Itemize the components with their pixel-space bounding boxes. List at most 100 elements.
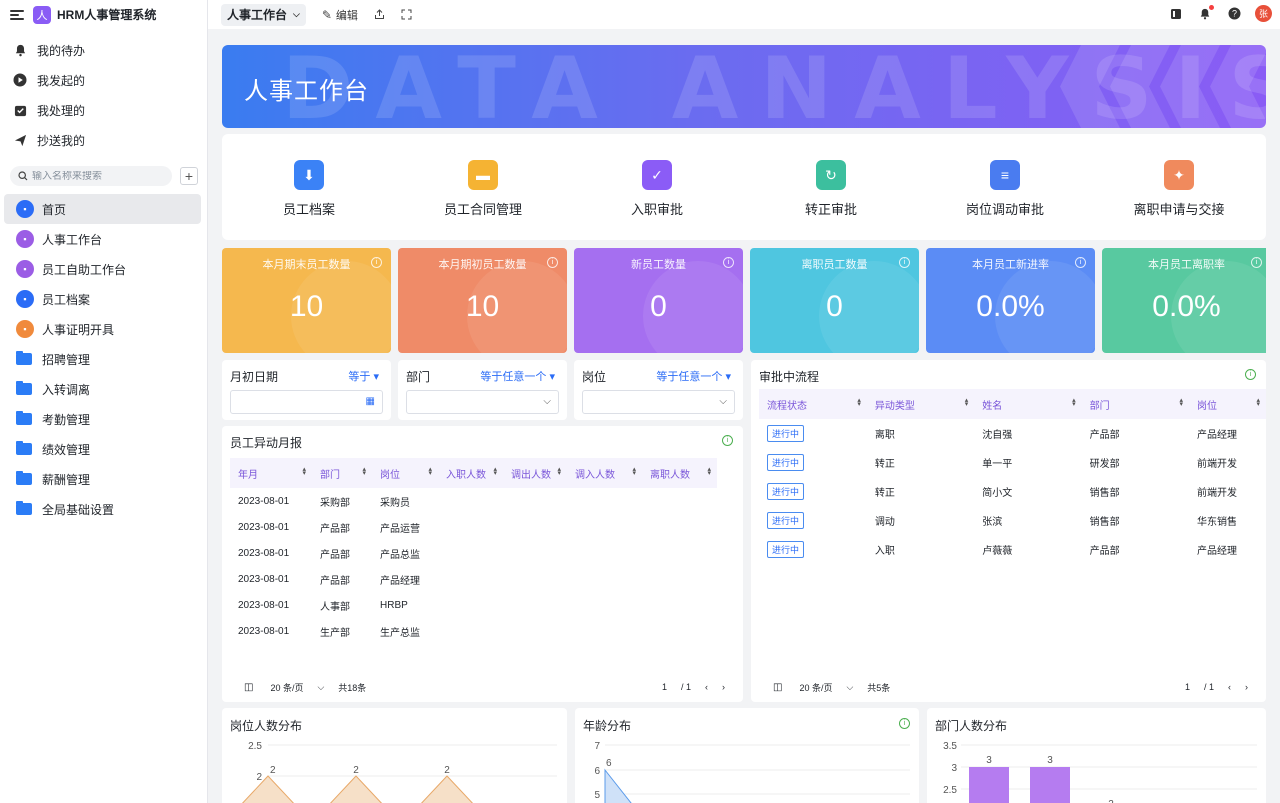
column-header[interactable]: 部门 ▴ ▾	[1082, 389, 1189, 419]
columns-icon[interactable]: ◫	[773, 682, 782, 693]
table-row[interactable]: 2023-08-01 产品部 产品运营	[230, 514, 717, 540]
sort-icon[interactable]: ▴ ▾	[1072, 397, 1076, 408]
sidebar-item[interactable]: ▪ 人事工作台	[4, 224, 201, 254]
column-header[interactable]: 年月 ▴ ▾	[230, 458, 312, 488]
shortcut-item[interactable]: ▬ 员工合同管理	[396, 134, 570, 240]
sort-icon[interactable]: ▴ ▾	[302, 466, 306, 477]
edit-button[interactable]: ✎ 编辑	[322, 7, 358, 23]
help-icon[interactable]: ?	[1226, 6, 1242, 22]
info-icon[interactable]: i	[1245, 369, 1256, 380]
sidebar-item[interactable]: 考勤管理	[4, 404, 201, 434]
column-header[interactable]: 调出人数 ▴ ▾	[503, 458, 567, 488]
page-number[interactable]: 1	[1185, 682, 1190, 692]
column-header[interactable]: 部门 ▴ ▾	[312, 458, 372, 488]
next-page-icon[interactable]: ›	[722, 682, 725, 692]
sidebar-item[interactable]: 入转调离	[4, 374, 201, 404]
shortcut-item[interactable]: ⬇ 员工档案	[222, 134, 396, 240]
menu-icon[interactable]	[10, 9, 24, 20]
filter-operator[interactable]: 等于 ▾	[348, 368, 379, 384]
column-header[interactable]: 流程状态 ▴ ▾	[759, 389, 867, 419]
sidebar-item[interactable]: 招聘管理	[4, 344, 201, 374]
date-input[interactable]: ▦	[230, 390, 383, 414]
info-icon[interactable]: i	[899, 257, 910, 268]
column-header[interactable]: 岗位 ▴ ▾	[372, 458, 438, 488]
table-row[interactable]: 2023-08-01 产品部 产品经理	[230, 566, 717, 592]
status-badge: 进行中	[767, 541, 805, 558]
column-header[interactable]: 入职人数 ▴ ▾	[438, 458, 503, 488]
table-row[interactable]: 2023-08-01 采购部 采购员	[230, 488, 717, 514]
quick-item-initiated[interactable]: 我发起的	[0, 65, 207, 95]
sidebar-item[interactable]: ▪ 员工自助工作台	[4, 254, 201, 284]
quick-item-todo[interactable]: 我的待办	[0, 35, 207, 65]
sort-icon[interactable]: ▴ ▾	[632, 466, 636, 477]
column-header[interactable]: 姓名 ▴ ▾	[974, 389, 1081, 419]
info-icon[interactable]: i	[1075, 257, 1086, 268]
sidebar-item[interactable]: 全局基础设置	[4, 494, 201, 524]
avatar[interactable]: 张	[1255, 5, 1272, 22]
chevron-down-icon[interactable]: ⌵	[846, 682, 853, 693]
table-row[interactable]: 进行中 入职 卢薇薇 产品部 产品经理	[759, 535, 1266, 564]
notification-icon[interactable]	[1197, 4, 1214, 22]
chevron-down-icon[interactable]: ⌵	[317, 682, 324, 693]
table-row[interactable]: 2023-08-01 生产部 生产总监	[230, 618, 717, 644]
sort-icon[interactable]: ▴ ▾	[557, 466, 561, 477]
table-row[interactable]: 进行中 调动 张滨 销售部 华东销售	[759, 506, 1266, 535]
y-tick-label: 5	[594, 790, 600, 801]
next-page-icon[interactable]: ›	[1245, 682, 1248, 692]
fullscreen-button[interactable]	[401, 9, 412, 20]
sort-icon[interactable]: ▴ ▾	[1179, 397, 1183, 408]
chart-department-distribution: 部门人数分布 3.5 3 2.5 332	[927, 708, 1266, 803]
shortcut-item[interactable]: ✓ 入职审批	[570, 134, 744, 240]
sort-icon[interactable]: ▴ ▾	[1256, 397, 1260, 408]
sort-icon[interactable]: ▴ ▾	[965, 397, 969, 408]
share-button[interactable]	[374, 9, 385, 20]
sort-icon[interactable]: ▴ ▾	[362, 466, 366, 477]
prev-page-icon[interactable]: ‹	[705, 682, 708, 692]
column-header[interactable]: 调入人数 ▴ ▾	[567, 458, 642, 488]
sort-icon[interactable]: ▴ ▾	[707, 466, 711, 477]
card-decoration	[995, 261, 1095, 353]
shortcut-item[interactable]: ↻ 转正审批	[744, 134, 918, 240]
filter-operator[interactable]: 等于任意一个 ▾	[480, 368, 555, 384]
page-selector[interactable]: 人事工作台 ⌵	[221, 3, 306, 26]
column-header[interactable]: 异动类型 ▴ ▾	[867, 389, 974, 419]
info-icon[interactable]: i	[547, 257, 558, 268]
table-row[interactable]: 2023-08-01 人事部 HRBP	[230, 592, 717, 618]
bell-icon	[13, 43, 27, 57]
info-icon[interactable]: i	[723, 257, 734, 268]
table-row[interactable]: 进行中 离职 沈自强 产品部 产品经理	[759, 419, 1266, 448]
add-button[interactable]: +	[180, 167, 198, 185]
table-row[interactable]: 进行中 转正 单一平 研发部 前端开发	[759, 448, 1266, 477]
quick-item-handled[interactable]: 我处理的	[0, 95, 207, 125]
filter-operator[interactable]: 等于任意一个 ▾	[656, 368, 731, 384]
page-number[interactable]: 1	[662, 682, 667, 692]
column-header[interactable]: 岗位 ▴ ▾	[1189, 389, 1266, 419]
sidebar-item[interactable]: 绩效管理	[4, 434, 201, 464]
info-icon[interactable]: i	[722, 435, 733, 446]
position-select[interactable]: ⌵	[582, 390, 735, 414]
quick-item-cc[interactable]: 抄送我的	[0, 125, 207, 155]
page-size[interactable]: 20 条/页	[270, 681, 303, 694]
columns-icon[interactable]: ◫	[244, 682, 253, 693]
prev-page-icon[interactable]: ‹	[1228, 682, 1231, 692]
shortcut-item[interactable]: ≡ 岗位调动审批	[918, 134, 1092, 240]
info-icon[interactable]: i	[1251, 257, 1262, 268]
sidebar-item[interactable]: ▪ 人事证明开具	[4, 314, 201, 344]
sort-icon[interactable]: ▴ ▾	[428, 466, 432, 477]
table-row[interactable]: 2023-08-01 产品部 产品总监	[230, 540, 717, 566]
sidebar-item[interactable]: ▪ 首页	[4, 194, 201, 224]
page-size[interactable]: 20 条/页	[799, 681, 832, 694]
table-row[interactable]: 进行中 转正 简小文 销售部 前端开发	[759, 477, 1266, 506]
table-cell	[567, 540, 642, 566]
search-input[interactable]	[32, 170, 162, 182]
sort-icon[interactable]: ▴ ▾	[493, 466, 497, 477]
info-icon[interactable]: i	[371, 257, 382, 268]
layout-icon[interactable]	[1168, 6, 1184, 22]
sort-icon[interactable]: ▴ ▾	[857, 397, 861, 408]
sidebar-item[interactable]: 薪酬管理	[4, 464, 201, 494]
department-select[interactable]: ⌵	[406, 390, 559, 414]
column-header[interactable]: 离职人数 ▴ ▾	[642, 458, 717, 488]
shortcut-item[interactable]: ✦ 离职申请与交接	[1092, 134, 1266, 240]
search-icon	[18, 171, 28, 181]
sidebar-item[interactable]: ▪ 员工档案	[4, 284, 201, 314]
